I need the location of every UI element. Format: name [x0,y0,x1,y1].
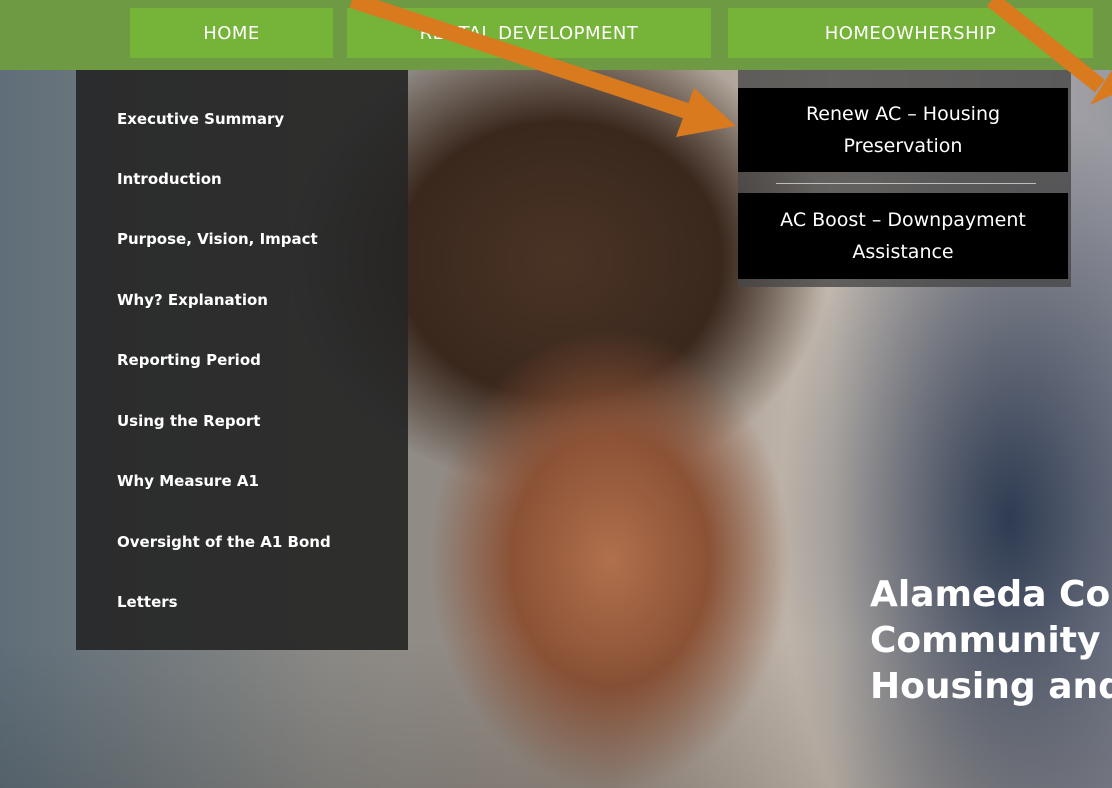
hero-headline-line-2: Community [870,620,1101,661]
menu-item-why-measure-a1[interactable]: Why Measure A1 [117,472,259,490]
nav-rental-development-button[interactable]: RENTAL DEVELOPMENT [347,8,711,58]
menu-item-letters[interactable]: Letters [117,593,178,611]
homeownership-dropdown-menu: Renew AC – Housing Preservation AC Boost… [738,70,1071,287]
menu-item-executive-summary[interactable]: Executive Summary [117,110,284,128]
menu-item-reporting-period[interactable]: Reporting Period [117,351,261,369]
menu-divider [776,183,1036,184]
menu-item-introduction[interactable]: Introduction [117,170,222,188]
top-navigation-bar: HOME RENTAL DEVELOPMENT HOMEOWHERSHIP [0,0,1112,70]
menu-item-purpose-vision-impact[interactable]: Purpose, Vision, Impact [117,230,318,248]
hero-headline-line-3: Housing and [870,666,1112,707]
menu-item-using-the-report[interactable]: Using the Report [117,412,260,430]
menu-item-oversight-a1-bond[interactable]: Oversight of the A1 Bond [117,533,331,551]
ac-boost-label: AC Boost – Downpayment Assistance [780,209,1026,263]
home-dropdown-menu: Executive Summary Introduction Purpose, … [76,70,408,650]
menu-item-ac-boost[interactable]: AC Boost – Downpayment Assistance [738,193,1068,279]
menu-item-renew-ac[interactable]: Renew AC – Housing Preservation [738,88,1068,172]
hero-headline-line-1: Alameda Cou [870,574,1112,615]
renew-ac-label: Renew AC – Housing Preservation [805,103,1001,157]
menu-item-why-explanation[interactable]: Why? Explanation [117,291,268,309]
nav-home-button[interactable]: HOME [130,8,333,58]
nav-homeownership-button[interactable]: HOMEOWHERSHIP [728,8,1093,58]
hero-headline: Alameda Cou Community Housing and [870,572,1112,710]
